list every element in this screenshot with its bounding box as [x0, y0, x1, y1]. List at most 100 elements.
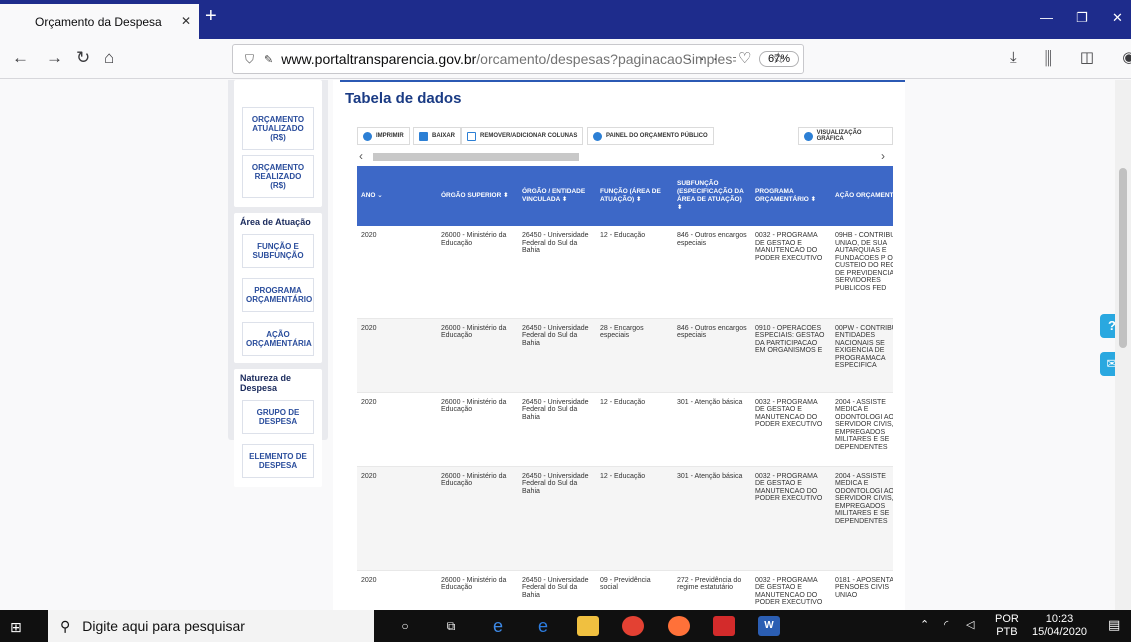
volume-icon[interactable]: ◁ — [966, 619, 974, 632]
shield-icon[interactable]: ⛉ — [245, 52, 254, 67]
url-host: www.portaltransparencia.gov.br — [281, 51, 477, 67]
sidebar-item-programa[interactable]: PROGRAMA ORÇAMENTÁRIO — [242, 278, 314, 312]
table-row: 2020 26000 - Ministério da Educação 26450 … — [357, 226, 893, 319]
lang-bottom: PTB — [996, 626, 1018, 638]
firefox-icon[interactable] — [668, 616, 690, 636]
language-indicator[interactable]: POR PTB — [995, 613, 1019, 639]
table-action-bar: IMPRIMIR BAIXAR REMOVER/ADICIONAR COLUNA… — [357, 127, 893, 147]
file-explorer-icon[interactable] — [577, 616, 599, 636]
print-button[interactable]: IMPRIMIR — [357, 127, 410, 145]
download-button[interactable]: BAIXAR — [413, 127, 462, 145]
scroll-right-icon[interactable]: › — [881, 149, 885, 163]
scroll-thumb[interactable] — [373, 153, 579, 161]
filter-sidebar: ORÇAMENTO ATUALIZADO (R$) ORÇAMENTO REAL… — [228, 80, 328, 487]
table-row: 2020 26000 - Ministério da Educação 26450 … — [357, 570, 893, 610]
back-icon[interactable]: ← — [12, 49, 29, 67]
sidebar-item-acao[interactable]: AÇÃO ORÇAMENTÁRIA — [242, 322, 314, 356]
table-cell: 846 - Outros encargos especiais — [673, 318, 751, 393]
browser-titlebar: Orçamento da Despesa Públic ✕ + — ❐ ✕ — [0, 0, 1131, 39]
clock-date: 15/04/2020 — [1032, 626, 1088, 638]
pocket-icon[interactable]: ♡ — [738, 50, 759, 67]
download-icon — [419, 131, 428, 141]
chevron-left-icon — [593, 131, 602, 141]
notifications-icon[interactable]: ▤ — [1108, 618, 1120, 631]
chrome-icon[interactable] — [622, 616, 644, 636]
table-cell: 2020 — [357, 570, 437, 610]
column-header[interactable]: SUBFUNÇÃO (ESPECIFICAÇÃO DA ÁREA DE ATUA… — [673, 166, 751, 226]
close-window-icon[interactable]: ✕ — [1112, 10, 1123, 26]
tray-chevron-icon[interactable]: ⌃ — [920, 619, 929, 632]
column-header[interactable]: FUNÇÃO (ÁREA DE ATUAÇÃO) ⬍ — [596, 166, 673, 226]
table-cell: 26450 - Universidade Federal do Sul da B… — [518, 392, 596, 467]
page-scroll-thumb[interactable] — [1119, 168, 1127, 348]
table-cell: 26450 - Universidade Federal do Sul da B… — [518, 318, 596, 393]
table-cell: 26450 - Universidade Federal do Sul da B… — [518, 226, 596, 319]
columns-icon — [467, 131, 476, 141]
table-cell: 2020 — [357, 392, 437, 467]
sidebar-item-elemento[interactable]: ELEMENTO DE DESPESA — [242, 444, 314, 478]
new-tab-button[interactable]: + — [205, 6, 217, 26]
download-label: BAIXAR — [432, 133, 456, 139]
panel-button[interactable]: PAINEL DO ORÇAMENTO PÚBLICO — [587, 127, 714, 145]
clock-time: 10:23 — [1045, 613, 1074, 625]
table-cell: 09 - Previdência social — [596, 570, 673, 610]
task-view-icon[interactable]: ⧉ — [440, 616, 462, 636]
sidebar-item-orcamento-atualizado[interactable]: ORÇAMENTO ATUALIZADO (R$) — [242, 107, 314, 150]
browser-tab-active[interactable]: Orçamento da Despesa Públic ✕ — [0, 4, 199, 39]
address-bar[interactable]: ⛉ ✎ www.portaltransparencia.gov.br /orca… — [232, 44, 804, 74]
column-header[interactable]: AÇÃO ORÇAMENT ⬍ — [831, 166, 893, 226]
taskbar-search-placeholder: Digite aqui para pesquisar — [82, 618, 245, 634]
print-label: IMPRIMIR — [376, 133, 404, 139]
column-header[interactable]: PROGRAMA ORÇAMENTÁRIO ⬍ — [751, 166, 831, 226]
table-cell: 846 - Outros encargos especiais — [673, 226, 751, 319]
network-icon[interactable]: ◜ — [944, 619, 948, 632]
bookmark-star-icon[interactable]: ☆ — [772, 50, 793, 67]
table-cell: 12 - Educação — [596, 392, 673, 467]
table-cell: 26450 - Universidade Federal do Sul da B… — [518, 570, 596, 610]
acrobat-icon[interactable] — [713, 616, 735, 636]
table-header-row: ANO ⌄ ÓRGÃO SUPERIOR ⬍ ÓRGÃO / ENTIDADE VI… — [357, 166, 893, 226]
columns-label: REMOVER/ADICIONAR COLUNAS — [480, 133, 578, 139]
word-icon[interactable]: W — [758, 616, 780, 636]
chevron-down-icon — [804, 131, 813, 141]
download-icon[interactable]: ⤓ — [1010, 49, 1029, 66]
account-icon[interactable]: ◉ — [1122, 49, 1131, 66]
table-cell: 2004 - ASSISTE MEDICA E ODONTOLOGI AOS S… — [831, 466, 893, 571]
table-cell: 2020 — [357, 318, 437, 393]
cortana-icon[interactable]: ○ — [394, 616, 416, 636]
scroll-left-icon[interactable]: ‹ — [359, 149, 363, 163]
web-page: ORÇAMENTO ATUALIZADO (R$) ORÇAMENTO REAL… — [0, 80, 1131, 610]
column-header[interactable]: ANO ⌄ — [357, 166, 437, 226]
page-actions-icon[interactable]: ··· — [687, 50, 726, 67]
table-cell: 301 - Atenção básica — [673, 466, 751, 571]
taskbar-search[interactable]: ⚲ Digite aqui para pesquisar — [48, 610, 374, 642]
sidebar-item-funcao[interactable]: FUNÇÃO E SUBFUNÇÃO — [242, 234, 314, 268]
reload-icon[interactable]: ↻ — [76, 49, 90, 67]
sidebar-toggle-icon[interactable]: ◫ — [1080, 49, 1106, 66]
sidebar-item-orcamento-realizado[interactable]: ORÇAMENTO REALIZADO (R$) — [242, 155, 314, 198]
ie-icon[interactable]: e — [487, 616, 509, 636]
table-horizontal-scrollbar[interactable]: ‹ › — [357, 149, 893, 164]
clock[interactable]: 10:23 15/04/2020 — [1032, 613, 1087, 639]
tab-title: Orçamento da Despesa Públic — [35, 14, 165, 29]
minimize-icon[interactable]: — — [1040, 10, 1053, 25]
table-cell: 2020 — [357, 466, 437, 571]
column-header[interactable]: ÓRGÃO / ENTIDADE VINCULADA ⬍ — [518, 166, 596, 226]
sidebar-group-values: ORÇAMENTO ATUALIZADO (R$) ORÇAMENTO REAL… — [234, 80, 322, 207]
table-cell: 301 - Atenção básica — [673, 392, 751, 467]
edge-icon[interactable]: e — [532, 616, 554, 636]
home-icon[interactable]: ⌂ — [104, 49, 114, 67]
columns-button[interactable]: REMOVER/ADICIONAR COLUNAS — [461, 127, 584, 145]
column-header[interactable]: ÓRGÃO SUPERIOR ⬍ — [437, 166, 518, 226]
insecure-lock-icon[interactable]: ✎ — [264, 53, 273, 66]
tab-close-icon[interactable]: ✕ — [181, 14, 191, 28]
data-table: ANO ⌄ ÓRGÃO SUPERIOR ⬍ ÓRGÃO / ENTIDADE VI… — [357, 166, 893, 610]
forward-icon[interactable]: → — [46, 49, 63, 67]
table-cell: 272 - Previdência do regime estatutário — [673, 570, 751, 610]
sidebar-item-grupo[interactable]: GRUPO DE DESPESA — [242, 400, 314, 434]
restore-icon[interactable]: ❐ — [1076, 10, 1088, 26]
chart-view-button[interactable]: VISUALIZAÇÃO GRÁFICA — [798, 127, 893, 145]
windows-start-icon[interactable]: ⊞ — [10, 619, 22, 636]
table-cell: 0032 - PROGRAMA DE GESTAO E MANUTENCAO D… — [751, 466, 831, 571]
library-icon[interactable]: ⫼ — [1045, 49, 1064, 66]
